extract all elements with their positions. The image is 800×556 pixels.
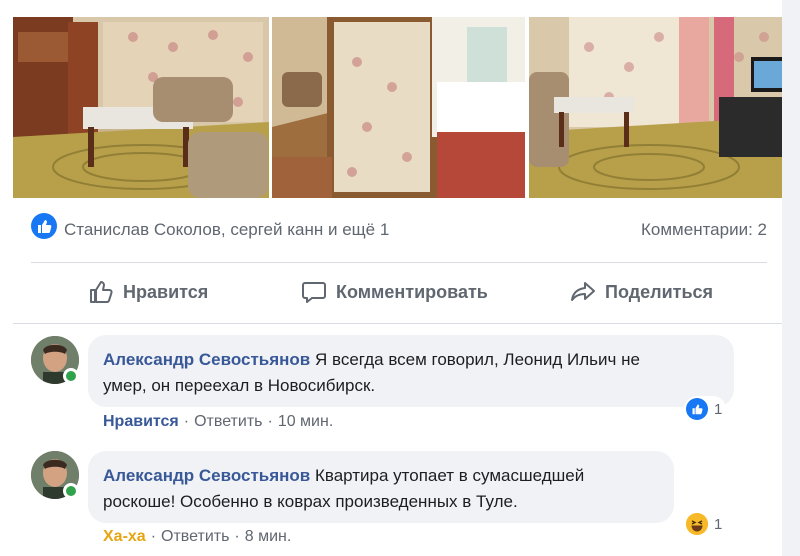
reactions-names[interactable]: Станислав Соколов, сергей канн и ещё 1	[64, 220, 389, 240]
comment-like-link[interactable]: Нравится	[103, 413, 179, 430]
comment-bubble: Александр Севостьянов Квартира утопает в…	[88, 451, 674, 523]
living-room-tv-photo[interactable]	[529, 17, 782, 198]
comment-reaction-count[interactable]: 1	[684, 511, 727, 537]
like-label: Нравится	[123, 281, 209, 302]
separator-dot: ·	[183, 413, 190, 430]
comment-meta: Ха-ха · Ответить · 8 мин.	[103, 528, 291, 546]
share-label: Поделиться	[605, 281, 714, 302]
like-icon	[686, 398, 708, 420]
comment-time[interactable]: 10 мин.	[278, 413, 333, 430]
comment-text-line2: умер, он переехал в Новосибирск.	[103, 376, 376, 395]
comment-label: Комментировать	[336, 281, 488, 302]
reply-link[interactable]: Ответить	[161, 528, 229, 545]
separator-dot: ·	[150, 528, 157, 545]
like-reaction-icon[interactable]	[31, 213, 57, 239]
bedroom-doorway-photo[interactable]	[272, 17, 525, 198]
haha-icon	[686, 513, 708, 535]
comments-count[interactable]: Комментарии: 2	[641, 220, 767, 240]
comment-time[interactable]: 8 мин.	[245, 528, 292, 545]
comment-haha-link[interactable]: Ха-ха	[103, 528, 146, 545]
post-card: Станислав Соколов, сергей канн и ещё 1 К…	[0, 0, 782, 556]
comment-button[interactable]: Комментировать	[300, 270, 488, 314]
divider	[31, 262, 767, 263]
reaction-count: 1	[714, 515, 723, 533]
thumbs-up-outline-icon	[90, 281, 113, 303]
living-room-photo[interactable]	[13, 17, 269, 198]
comment-avatar[interactable]	[31, 336, 79, 384]
comment-text-line1: Квартира утопает в сумасшедшей	[314, 466, 585, 485]
comment-author[interactable]: Александр Севостьянов	[103, 466, 310, 485]
separator-dot: ·	[267, 413, 273, 430]
like-button[interactable]: Нравится	[87, 270, 208, 314]
divider	[13, 323, 782, 324]
reply-link[interactable]: Ответить	[194, 413, 262, 430]
online-status-icon	[63, 483, 79, 499]
comment-bubble: Александр Севостьянов Я всегда всем гово…	[88, 335, 734, 407]
comment-text-line2: роскоше! Особенно в коврах произведенных…	[103, 492, 518, 511]
comment-reaction-count[interactable]: 1	[684, 396, 727, 422]
share-arrow-icon	[571, 282, 595, 301]
online-status-icon	[63, 368, 79, 384]
reaction-count: 1	[714, 400, 723, 418]
comment-text-line1: Я всегда всем говорил, Леонид Ильич не	[314, 350, 640, 369]
separator-dot: ·	[234, 528, 240, 545]
comment-meta: Нравится · Ответить · 10 мин.	[103, 413, 333, 431]
comment-author[interactable]: Александр Севостьянов	[103, 350, 310, 369]
share-button[interactable]: Поделиться	[569, 270, 713, 314]
thumbs-up-icon	[38, 220, 52, 233]
speech-bubble-icon	[302, 282, 326, 303]
comment-avatar[interactable]	[31, 451, 79, 499]
